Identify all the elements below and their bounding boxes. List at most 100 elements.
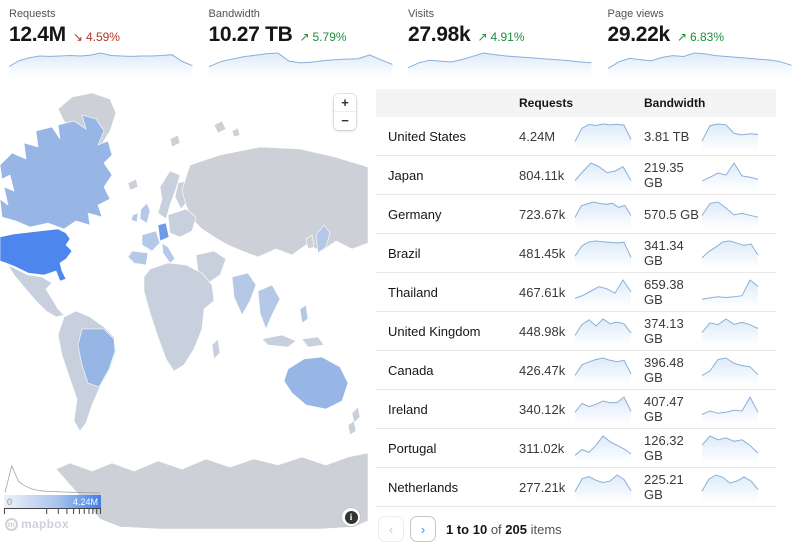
requests-sparkline [574, 472, 632, 502]
region-iberia [128, 251, 148, 265]
legend-min-label: 0 [7, 497, 12, 507]
country-germany [158, 223, 169, 241]
bandwidth-sparkline [701, 472, 759, 502]
country-new-zealand-south [348, 421, 356, 435]
country-name: Ireland [388, 402, 519, 417]
trend-arrow-icon: ↗ [477, 30, 487, 44]
arctic-islands-3 [232, 128, 240, 137]
kpi-value: 10.27 TB [209, 23, 293, 47]
table-row[interactable]: United States 4.24M 3.81 TB [376, 117, 776, 156]
requests-value: 277.21k [519, 480, 574, 495]
bandwidth-value: 225.21 GB [644, 472, 701, 502]
table-row[interactable]: Netherlands 277.21k 225.21 GB [376, 468, 776, 507]
table-row[interactable]: Germany 723.67k 570.5 GB [376, 195, 776, 234]
arctic-islands-2 [214, 121, 226, 133]
country-france [142, 231, 160, 251]
kpi-value: 12.4M [9, 23, 66, 47]
pagination-status: 1 to 10 of 205 items [446, 522, 562, 537]
table-row[interactable]: Brazil 481.45k 341.34 GB [376, 234, 776, 273]
bandwidth-sparkline [701, 199, 759, 229]
country-madagascar [212, 339, 220, 359]
requests-value: 340.12k [519, 402, 574, 417]
requests-sparkline [574, 433, 632, 463]
kpi-delta-percent: 5.79% [313, 30, 347, 44]
requests-sparkline [574, 394, 632, 424]
legend-max-label: 4.24M [73, 497, 98, 507]
country-united-states [0, 229, 72, 281]
table-row[interactable]: Japan 804.11k 219.35 GB [376, 156, 776, 195]
map-zoom-in-button[interactable]: + [334, 94, 356, 112]
table-row[interactable]: Canada 426.47k 396.48 GB [376, 351, 776, 390]
kpi-delta-percent: 6.83% [690, 30, 724, 44]
kpi-delta-percent: 4.59% [86, 30, 120, 44]
bandwidth-value: 126.32 GB [644, 433, 701, 463]
kpi-sparkline [208, 50, 394, 77]
kpi-card: Bandwidth 10.27 TB ↗ 5.79% [208, 6, 394, 86]
requests-sparkline [574, 316, 632, 346]
map-attribution-info-button[interactable]: i [342, 508, 360, 526]
requests-sparkline [574, 277, 632, 307]
kpi-delta: ↗ 4.91% [477, 30, 524, 44]
requests-sparkline [574, 199, 632, 229]
world-map-panel: + − 0 4.24M m mapbox i [0, 87, 368, 534]
kpi-sparkline [607, 50, 793, 77]
country-name: Germany [388, 207, 519, 222]
pagination-total: 205 [505, 522, 527, 537]
bandwidth-value: 341.34 GB [644, 238, 701, 268]
country-name: Brazil [388, 246, 519, 261]
table-row[interactable]: United Kingdom 448.98k 374.13 GB [376, 312, 776, 351]
bandwidth-value: 396.48 GB [644, 355, 701, 385]
requests-value: 448.98k [519, 324, 574, 339]
country-india [232, 273, 256, 315]
continent-africa [144, 263, 214, 371]
info-icon: i [345, 511, 358, 524]
mapbox-logo[interactable]: m mapbox [5, 517, 69, 531]
bandwidth-value: 219.35 GB [644, 160, 701, 190]
bandwidth-sparkline [701, 121, 759, 151]
table-header-row: Requests Bandwidth [376, 89, 776, 117]
trend-arrow-icon: ↗ [677, 30, 687, 44]
kpi-label: Bandwidth [208, 6, 394, 23]
kpi-card: Requests 12.4M ↘ 4.59% [8, 6, 194, 86]
country-name: United States [388, 129, 519, 144]
map-zoom-out-button[interactable]: − [334, 112, 356, 130]
legend-histogram [4, 464, 101, 495]
requests-value: 804.11k [519, 168, 574, 183]
bandwidth-value: 407.47 GB [644, 394, 701, 424]
bandwidth-value: 659.38 GB [644, 277, 701, 307]
kpi-sparkline [8, 50, 194, 77]
country-new-zealand [352, 407, 360, 423]
requests-sparkline [574, 355, 632, 385]
arctic-islands [170, 135, 180, 147]
bandwidth-sparkline [701, 277, 759, 307]
requests-value: 481.45k [519, 246, 574, 261]
country-name: Thailand [388, 285, 519, 300]
continent-antarctica [56, 453, 368, 529]
table-row[interactable]: Portugal 311.02k 126.32 GB [376, 429, 776, 468]
bandwidth-value: 3.81 TB [644, 129, 701, 144]
table-row[interactable]: Ireland 340.12k 407.47 GB [376, 390, 776, 429]
bandwidth-sparkline [701, 355, 759, 385]
table-body: United States 4.24M 3.81 TB Japan 804.11… [376, 117, 776, 507]
bandwidth-sparkline [701, 238, 759, 268]
map-choropleth-legend: 0 4.24M [4, 464, 101, 516]
country-name: United Kingdom [388, 324, 519, 339]
requests-value: 723.67k [519, 207, 574, 222]
trend-arrow-icon: ↘ [73, 30, 83, 44]
bandwidth-sparkline [701, 433, 759, 463]
kpi-delta: ↘ 4.59% [73, 30, 120, 44]
next-page-button[interactable]: › [410, 516, 436, 542]
requests-value: 467.61k [519, 285, 574, 300]
kpi-value: 29.22k [608, 23, 670, 47]
kpi-label: Requests [8, 6, 194, 23]
previous-page-button[interactable]: ‹ [378, 516, 404, 542]
bandwidth-value: 374.13 GB [644, 316, 701, 346]
table-row[interactable]: Thailand 467.61k 659.38 GB [376, 273, 776, 312]
pagination-range: 1 to 10 [446, 522, 487, 537]
country-thailand [258, 285, 280, 329]
kpi-sparkline [407, 50, 593, 77]
bandwidth-sparkline [701, 160, 759, 190]
requests-value: 426.47k [519, 363, 574, 378]
region-indonesia-2 [302, 337, 324, 347]
country-philippines [300, 305, 308, 323]
